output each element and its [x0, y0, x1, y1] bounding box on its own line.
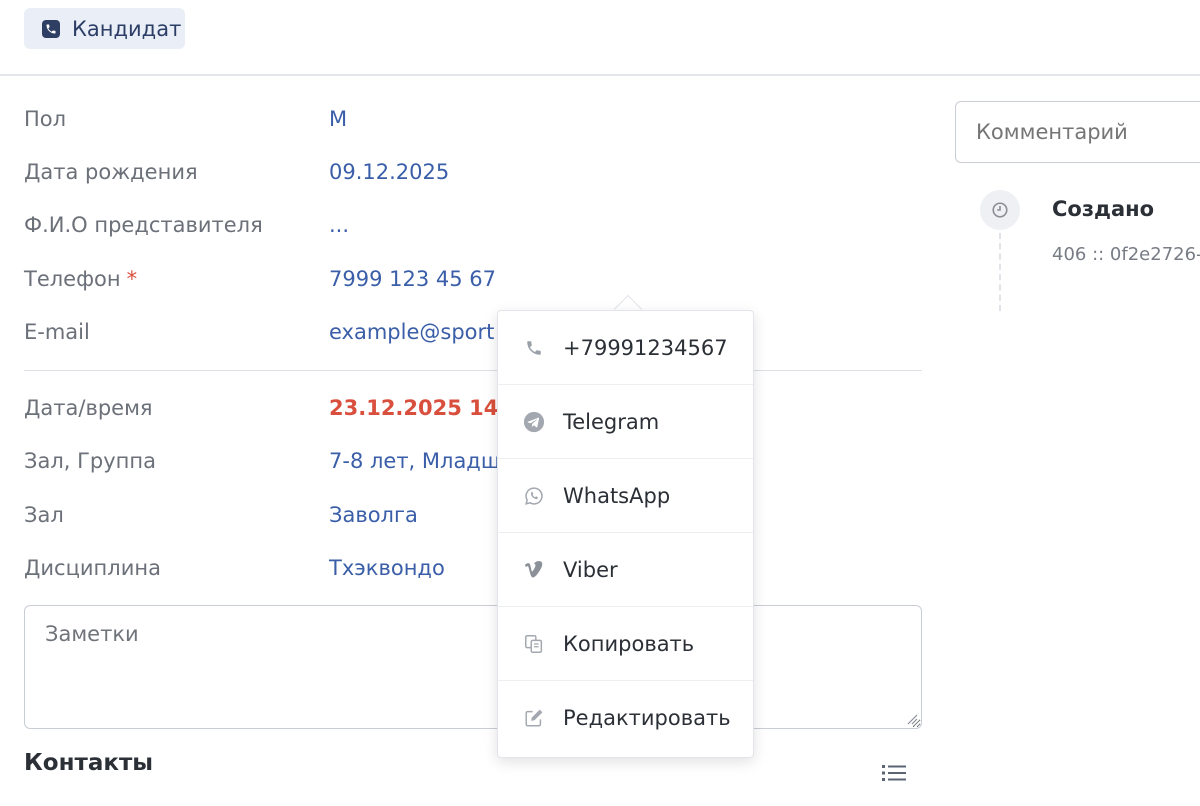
- field-value-birthdate[interactable]: 09.12.2025: [329, 160, 449, 184]
- field-value-gender[interactable]: М: [329, 107, 347, 131]
- notes-textarea[interactable]: [24, 605, 922, 729]
- contacts-title: Контакты: [24, 750, 154, 776]
- field-label-representative: Ф.И.О представителя: [24, 213, 263, 237]
- field-label-discipline: Дисциплина: [24, 556, 161, 580]
- menu-item-telegram[interactable]: Telegram: [498, 385, 753, 459]
- field-value-representative[interactable]: ...: [329, 213, 349, 237]
- menu-item-label: Копировать: [563, 631, 695, 656]
- section-divider: [24, 370, 922, 371]
- menu-item-copy[interactable]: Копировать: [498, 607, 753, 681]
- timeline-line: [999, 233, 1001, 311]
- edit-icon: [523, 707, 545, 729]
- timeline-title: Создано: [1052, 197, 1155, 221]
- viber-icon: [523, 559, 545, 581]
- menu-item-label: +79991234567: [563, 335, 728, 360]
- phone-icon: [523, 337, 545, 359]
- field-value-email[interactable]: example@sport: [329, 320, 497, 344]
- field-value-phone[interactable]: 7999 123 45 67: [329, 267, 496, 291]
- phone-label-text: Телефон: [24, 267, 121, 291]
- timeline-subtitle: 406 :: 0f2e2726-: [1052, 244, 1200, 265]
- candidate-button[interactable]: Кандидат: [24, 8, 185, 49]
- menu-item-label: WhatsApp: [563, 483, 671, 508]
- field-label-gender: Пол: [24, 107, 67, 131]
- phone-actions-menu: +79991234567 Telegram WhatsApp Viber Коп…: [497, 310, 754, 758]
- candidate-label: Кандидат: [72, 16, 182, 41]
- field-label-hall: Зал: [24, 503, 64, 527]
- field-label-hall-group: Зал, Группа: [24, 449, 156, 473]
- field-label-phone: Телефон *: [24, 267, 137, 291]
- required-mark: *: [126, 267, 138, 291]
- field-value-discipline[interactable]: Тхэквондо: [329, 556, 445, 580]
- field-label-email: E-mail: [24, 320, 90, 344]
- field-label-birthdate: Дата рождения: [24, 160, 198, 184]
- copy-icon: [523, 633, 545, 655]
- telegram-icon: [523, 411, 545, 433]
- phone-icon: [42, 19, 60, 38]
- field-value-hall[interactable]: Заволга: [329, 503, 418, 527]
- menu-item-call[interactable]: +79991234567: [498, 311, 753, 385]
- comment-input[interactable]: [955, 101, 1200, 163]
- menu-item-viber[interactable]: Viber: [498, 533, 753, 607]
- timeline-marker: [980, 190, 1020, 230]
- menu-item-label: Viber: [563, 557, 618, 582]
- field-label-datetime: Дата/время: [24, 396, 153, 420]
- list-icon[interactable]: [882, 763, 906, 783]
- menu-item-edit[interactable]: Редактировать: [498, 681, 753, 755]
- resize-grip-icon[interactable]: [906, 713, 918, 725]
- menu-item-whatsapp[interactable]: WhatsApp: [498, 459, 753, 533]
- field-value-datetime[interactable]: 23.12.2025 14:0: [329, 396, 497, 420]
- field-value-hall-group[interactable]: 7-8 лет, Младш: [329, 449, 497, 473]
- clock-icon: [992, 202, 1008, 218]
- whatsapp-icon: [523, 485, 545, 507]
- top-bar: Кандидат: [0, 0, 1200, 76]
- menu-item-label: Telegram: [563, 409, 660, 434]
- menu-item-label: Редактировать: [563, 706, 731, 730]
